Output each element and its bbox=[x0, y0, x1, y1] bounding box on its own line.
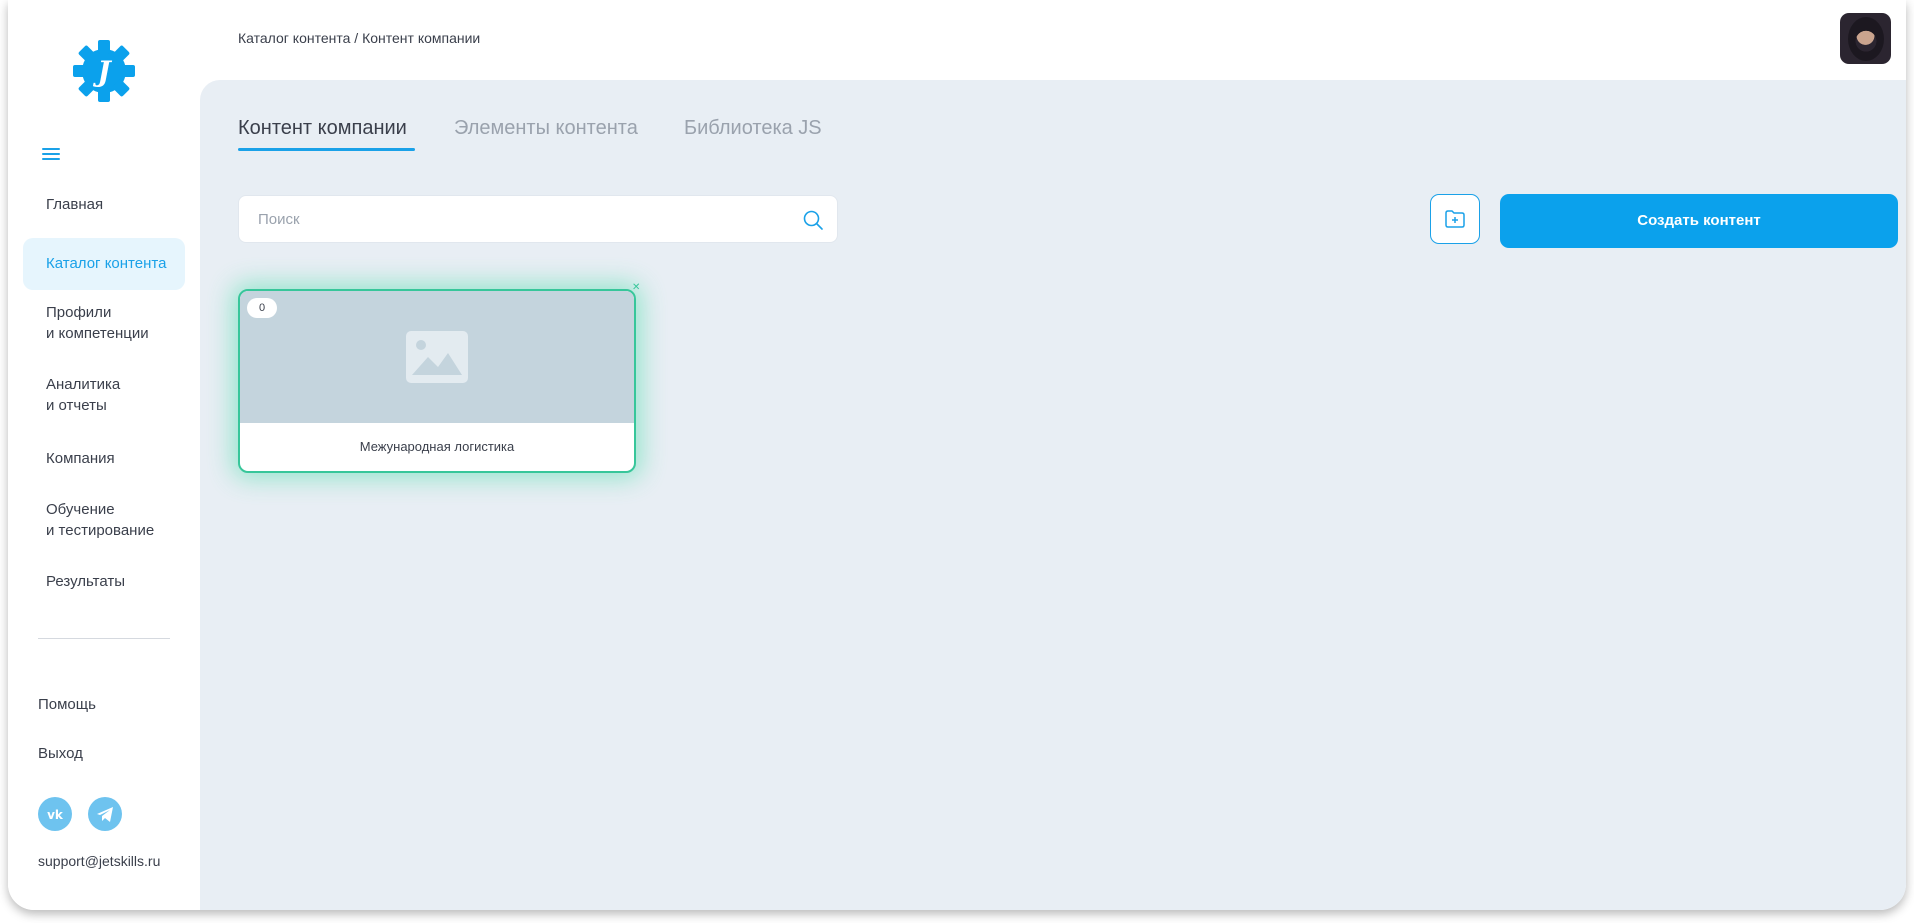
card-thumbnail: 0 bbox=[240, 291, 634, 423]
app-frame: J Главная Каталог контента Профили и ком… bbox=[8, 0, 1906, 910]
tab-company-content[interactable]: Контент компании bbox=[238, 117, 407, 140]
telegram-icon[interactable] bbox=[88, 797, 122, 831]
sidebar-item-analytics[interactable]: Аналитика и отчеты bbox=[23, 370, 185, 420]
sidebar-item-profiles[interactable]: Профили и компетенции bbox=[23, 298, 185, 348]
search-box bbox=[238, 195, 838, 243]
search-icon[interactable] bbox=[802, 209, 824, 231]
sidebar-item-company[interactable]: Компания bbox=[23, 444, 185, 473]
create-content-button[interactable]: Создать контент bbox=[1500, 194, 1898, 248]
support-email[interactable]: support@jetskills.ru bbox=[38, 853, 160, 869]
folder-add-icon bbox=[1445, 210, 1465, 228]
new-folder-button[interactable] bbox=[1430, 194, 1480, 244]
sidebar-item-content-catalog[interactable]: Каталог контента bbox=[23, 238, 185, 290]
tab-content-elements[interactable]: Элементы контента bbox=[454, 117, 638, 140]
sidebar-nav: Главная Каталог контента Профили и компе… bbox=[23, 188, 185, 596]
sidebar-item-results[interactable]: Результаты bbox=[23, 567, 185, 596]
content-card[interactable]: 0 Межународная логистика bbox=[238, 289, 636, 473]
menu-toggle-icon[interactable] bbox=[42, 148, 60, 162]
tab-js-library[interactable]: Библиотека JS bbox=[684, 117, 822, 140]
logout-link[interactable]: Выход bbox=[38, 745, 83, 762]
card-close-icon[interactable]: ✕ bbox=[632, 282, 640, 293]
sidebar-item-home[interactable]: Главная bbox=[23, 188, 185, 221]
sidebar-item-training[interactable]: Обучение и тестирование bbox=[23, 495, 185, 545]
sidebar: J Главная Каталог контента Профили и ком… bbox=[8, 0, 200, 910]
avatar[interactable] bbox=[1840, 13, 1891, 64]
breadcrumb: Каталог контента / Контент компании bbox=[238, 30, 481, 46]
vk-icon[interactable]: vk bbox=[38, 797, 72, 831]
card-title: Межународная логистика bbox=[359, 439, 515, 454]
search-input[interactable] bbox=[239, 196, 779, 242]
image-placeholder-icon bbox=[406, 331, 468, 383]
svg-text:vk: vk bbox=[47, 808, 64, 822]
logo-icon[interactable]: J bbox=[71, 38, 137, 104]
main-content: Контент компании Элементы контента Библи… bbox=[200, 80, 1906, 910]
help-link[interactable]: Помощь bbox=[38, 696, 96, 713]
sidebar-divider bbox=[38, 638, 170, 639]
active-tab-indicator bbox=[238, 148, 415, 151]
card-count-badge: 0 bbox=[247, 298, 277, 318]
